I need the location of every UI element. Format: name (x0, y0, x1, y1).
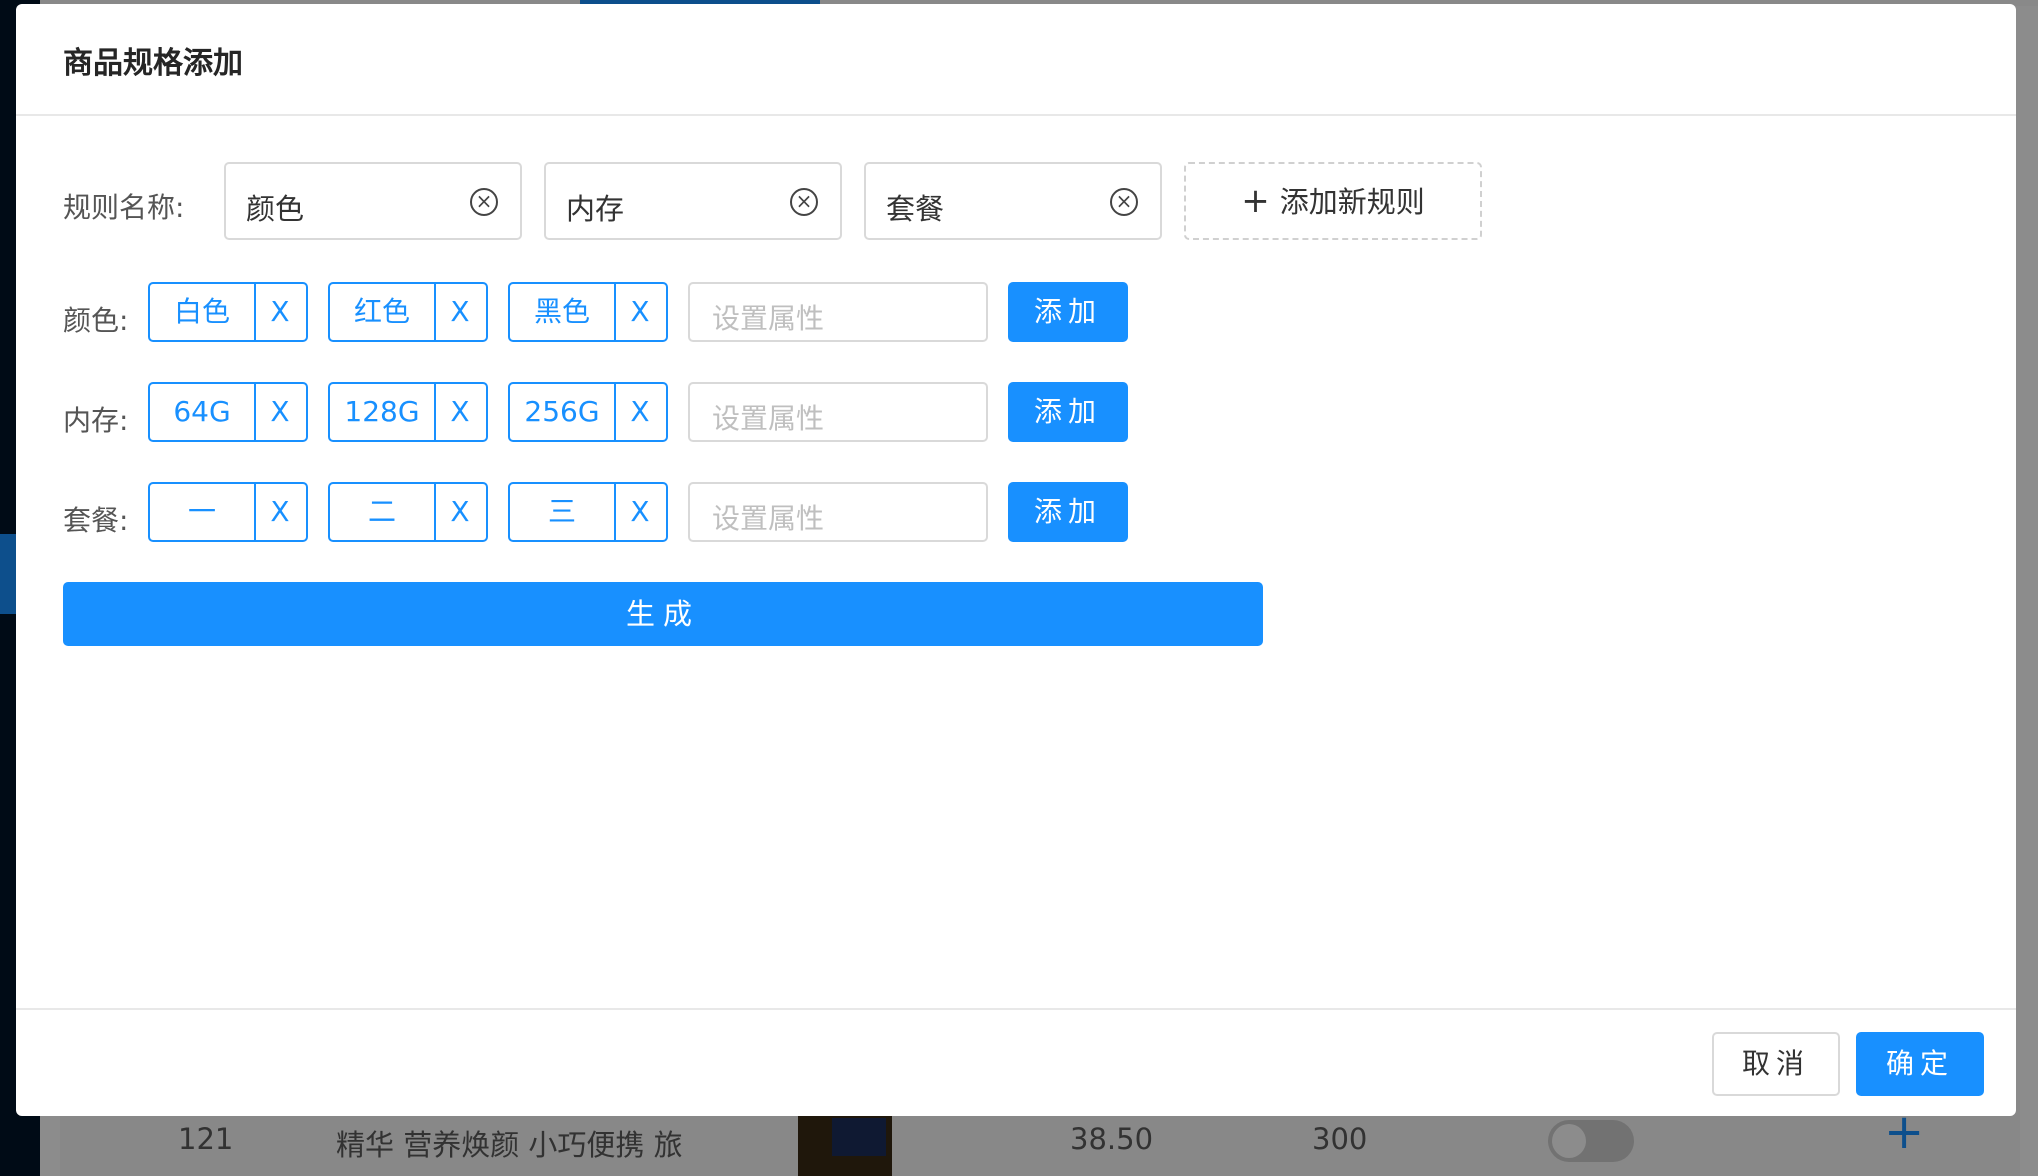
modal-header: 商品规格添加 (16, 4, 2016, 116)
attr-tag: 256G X (508, 382, 668, 442)
attr-input-placeholder: 设置属性 (712, 402, 825, 435)
attr-tag: 一 X (148, 482, 308, 542)
attr-input-memory[interactable]: 设置属性 (688, 382, 988, 442)
ok-button[interactable]: 确定 (1856, 1032, 1984, 1096)
attr-tag-text: 64G (150, 384, 256, 440)
spec-modal: 商品规格添加 规则名称: 颜色 × 内存 × 套餐 × + 添加新规则 颜色: 白… (16, 4, 2016, 1116)
attr-tag-text: 三 (510, 484, 616, 540)
modal-title: 商品规格添加 (63, 46, 243, 81)
remove-tag-button[interactable]: X (614, 484, 666, 540)
attr-tag-text: 一 (150, 484, 256, 540)
attr-tag: 二 X (328, 482, 488, 542)
clear-icon[interactable]: × (1110, 188, 1138, 216)
add-rule-button[interactable]: + 添加新规则 (1184, 162, 1482, 240)
rule-name-input-color[interactable]: 颜色 × (224, 162, 522, 240)
add-attr-button-color[interactable]: 添加 (1008, 282, 1128, 342)
rule-name-input-package[interactable]: 套餐 × (864, 162, 1162, 240)
attr-tag: 红色 X (328, 282, 488, 342)
attr-tag: 白色 X (148, 282, 308, 342)
add-rule-label: 添加新规则 (1279, 185, 1425, 219)
attr-tag: 128G X (328, 382, 488, 442)
rule-name-value: 套餐 (886, 192, 945, 226)
remove-tag-button[interactable]: X (254, 484, 306, 540)
rule-name-value: 内存 (566, 192, 625, 226)
attr-tag-text: 黑色 (510, 284, 616, 340)
add-attr-button-memory[interactable]: 添加 (1008, 382, 1128, 442)
attr-tag-text: 256G (510, 384, 616, 440)
attr-tag: 黑色 X (508, 282, 668, 342)
group-label-color: 颜色: (63, 304, 129, 337)
clear-icon[interactable]: × (470, 188, 498, 216)
clear-icon[interactable]: × (790, 188, 818, 216)
remove-tag-button[interactable]: X (434, 284, 486, 340)
add-attr-button-package[interactable]: 添加 (1008, 482, 1128, 542)
generate-button[interactable]: 生成 (63, 582, 1263, 646)
attr-input-color[interactable]: 设置属性 (688, 282, 988, 342)
remove-tag-button[interactable]: X (434, 484, 486, 540)
attr-tag-text: 128G (330, 384, 436, 440)
remove-tag-button[interactable]: X (254, 284, 306, 340)
plus-icon: + (1241, 181, 1270, 221)
attr-input-package[interactable]: 设置属性 (688, 482, 988, 542)
cancel-button[interactable]: 取消 (1712, 1032, 1840, 1096)
remove-tag-button[interactable]: X (614, 384, 666, 440)
attr-tag-text: 红色 (330, 284, 436, 340)
remove-tag-button[interactable]: X (614, 284, 666, 340)
remove-tag-button[interactable]: X (434, 384, 486, 440)
attr-input-placeholder: 设置属性 (712, 502, 825, 535)
remove-tag-button[interactable]: X (254, 384, 306, 440)
group-label-memory: 内存: (63, 404, 129, 437)
group-label-package: 套餐: (63, 504, 129, 537)
attr-tag-text: 二 (330, 484, 436, 540)
rule-name-input-memory[interactable]: 内存 × (544, 162, 842, 240)
attr-tag-text: 白色 (150, 284, 256, 340)
attr-tag: 64G X (148, 382, 308, 442)
rule-name-label: 规则名称: (63, 191, 185, 224)
attr-tag: 三 X (508, 482, 668, 542)
rule-name-value: 颜色 (246, 192, 305, 226)
attr-input-placeholder: 设置属性 (712, 302, 825, 335)
